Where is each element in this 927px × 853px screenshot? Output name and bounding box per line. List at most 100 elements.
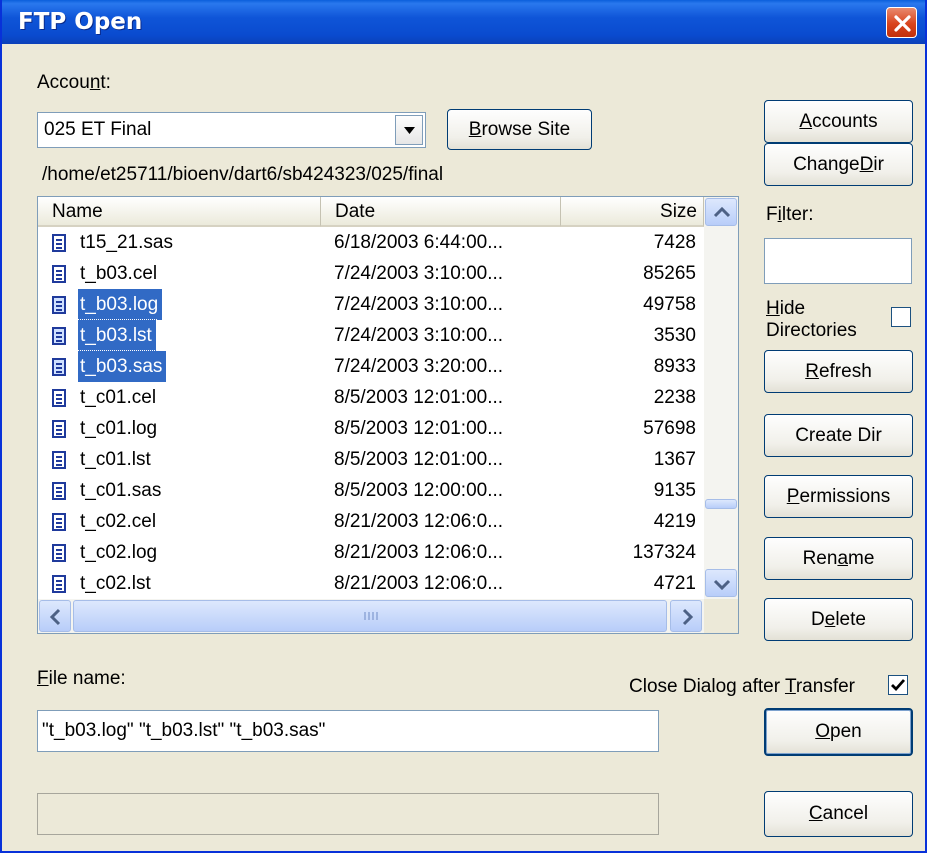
close-button[interactable] <box>886 7 917 38</box>
ftp-open-dialog: FTP Open Account: 025 ET Final Browse Si… <box>0 0 927 853</box>
file-icon <box>52 482 66 500</box>
chevron-down-icon <box>404 127 415 134</box>
scroll-thumb[interactable] <box>705 499 737 509</box>
refresh-button[interactable]: Refresh <box>764 350 913 393</box>
file-name: t15_21.sas <box>80 232 173 253</box>
file-icon <box>52 234 66 252</box>
permissions-button[interactable]: Permissions <box>764 475 913 518</box>
file-icon <box>52 296 66 314</box>
file-name: t_b03.sas <box>76 350 168 383</box>
file-date: 8/5/2003 12:00:00... <box>334 480 504 501</box>
file-date: 7/24/2003 3:10:00... <box>334 263 504 284</box>
file-icon <box>52 327 66 345</box>
file-name: t_c01.sas <box>80 480 162 501</box>
file-row[interactable]: t_c02.lst 8/21/2003 12:06:0... 4721 <box>38 568 704 599</box>
filter-label: Filter: <box>766 204 814 225</box>
title-bar[interactable]: FTP Open <box>2 0 925 44</box>
create-dir-button[interactable]: Create Dir <box>764 414 913 457</box>
file-name: t_c02.lst <box>80 573 151 594</box>
file-row[interactable]: t_c02.cel 8/21/2003 12:06:0... 4219 <box>38 506 704 537</box>
column-header-size[interactable]: Size <box>561 197 704 227</box>
scroll-up-button[interactable] <box>705 198 737 226</box>
file-name-input[interactable]: "t_b03.log" "t_b03.lst" "t_b03.sas" <box>37 710 659 752</box>
file-list[interactable]: Name Date Size t15_21.sas 6/18/2003 6:44:… <box>37 196 739 634</box>
file-row[interactable]: t_c01.lst 8/5/2003 12:01:00... 1367 <box>38 444 704 475</box>
file-row[interactable]: t_b03.cel 7/24/2003 3:10:00... 85265 <box>38 258 704 289</box>
file-row[interactable]: t_b03.lst 7/24/2003 3:10:00... 3530 <box>38 319 704 352</box>
file-icon <box>52 575 66 593</box>
file-row[interactable]: t_c01.cel 8/5/2003 12:01:00... 2238 <box>38 382 704 413</box>
file-name: t_c01.cel <box>80 387 157 408</box>
file-size: 85265 <box>643 263 696 284</box>
current-path: /home/et25711/bioenv/dart6/sb424323/025/… <box>42 164 444 185</box>
close-after-transfer-checkbox[interactable] <box>888 675 908 695</box>
scroll-down-button[interactable] <box>705 569 737 597</box>
status-bar <box>37 793 659 835</box>
scroll-right-button[interactable] <box>670 600 702 632</box>
file-date: 7/24/2003 3:10:00... <box>334 294 504 315</box>
account-selected-value: 025 ET Final <box>44 119 152 140</box>
chevron-left-icon <box>49 608 61 626</box>
accounts-button[interactable]: Accounts <box>764 100 913 143</box>
file-date: 8/5/2003 12:01:00... <box>334 449 504 470</box>
change-dir-button[interactable]: Change Dir <box>764 143 913 186</box>
file-row[interactable]: t_c01.log 8/5/2003 12:01:00... 57698 <box>38 413 704 444</box>
file-name-label: File name: <box>37 668 126 689</box>
account-dropdown[interactable]: 025 ET Final <box>37 112 426 148</box>
checkmark-icon <box>891 679 906 692</box>
file-name: t_b03.cel <box>80 263 158 284</box>
file-name: t_c02.cel <box>80 511 157 532</box>
file-date: 8/5/2003 12:01:00... <box>334 387 504 408</box>
file-date: 8/5/2003 12:01:00... <box>334 418 504 439</box>
column-header-date[interactable]: Date <box>321 197 561 227</box>
file-size: 1367 <box>653 449 696 470</box>
window-title: FTP Open <box>18 9 143 35</box>
scroll-left-button[interactable] <box>39 600 71 632</box>
column-header-name[interactable]: Name <box>38 197 321 227</box>
file-row[interactable]: t15_21.sas 6/18/2003 6:44:00... 7428 <box>38 227 704 258</box>
file-icon <box>52 451 66 469</box>
browse-site-button[interactable]: Browse Site <box>447 109 592 150</box>
chevron-right-icon <box>682 608 694 626</box>
file-name: t_b03.log <box>76 288 164 321</box>
horizontal-scrollbar[interactable] <box>38 599 704 633</box>
dropdown-arrow-button[interactable] <box>395 115 423 145</box>
grip-icon <box>364 612 378 620</box>
file-size: 8933 <box>653 356 696 377</box>
file-name: t_c02.log <box>80 542 158 563</box>
cancel-button[interactable]: Cancel <box>764 791 913 837</box>
file-size: 137324 <box>632 542 696 563</box>
filter-input[interactable] <box>764 238 912 284</box>
file-row[interactable]: t_b03.log 7/24/2003 3:10:00... 49758 <box>38 288 704 321</box>
file-date: 7/24/2003 3:10:00... <box>334 325 504 346</box>
file-rows: t15_21.sas 6/18/2003 6:44:00... 7428 t_b03.… <box>38 227 704 599</box>
scrollbar-corner <box>704 599 738 633</box>
file-date: 6/18/2003 6:44:00... <box>334 232 504 253</box>
file-list-header: Name Date Size <box>38 197 704 227</box>
file-size: 7428 <box>653 232 696 253</box>
file-row[interactable]: t_c01.sas 8/5/2003 12:00:00... 9135 <box>38 475 704 506</box>
rename-button[interactable]: Ren a me <box>764 537 913 580</box>
file-size: 49758 <box>643 294 696 315</box>
vertical-scrollbar[interactable] <box>704 197 738 599</box>
file-size: 2238 <box>653 387 696 408</box>
file-name: t_b03.lst <box>77 319 157 352</box>
file-icon <box>52 544 66 562</box>
file-size: 4721 <box>653 573 696 594</box>
hide-directories-checkbox[interactable] <box>891 307 911 327</box>
file-row[interactable]: t_c02.log 8/21/2003 12:06:0... 137324 <box>38 537 704 568</box>
file-date: 7/24/2003 3:20:00... <box>334 356 504 377</box>
file-row[interactable]: t_b03.sas 7/24/2003 3:20:00... 8933 <box>38 350 704 383</box>
delete-button[interactable]: De lete <box>764 598 913 641</box>
file-date: 8/21/2003 12:06:0... <box>334 573 504 594</box>
file-size: 57698 <box>643 418 696 439</box>
file-icon <box>52 420 66 438</box>
file-size: 4219 <box>653 511 696 532</box>
file-icon <box>52 389 66 407</box>
file-name-input-value: "t_b03.log" "t_b03.lst" "t_b03.sas" <box>42 720 326 741</box>
horizontal-scroll-thumb[interactable] <box>73 600 667 632</box>
chevron-down-icon <box>713 579 731 591</box>
chevron-up-icon <box>713 206 731 218</box>
file-icon <box>52 358 66 376</box>
open-button[interactable]: Open <box>764 708 913 756</box>
